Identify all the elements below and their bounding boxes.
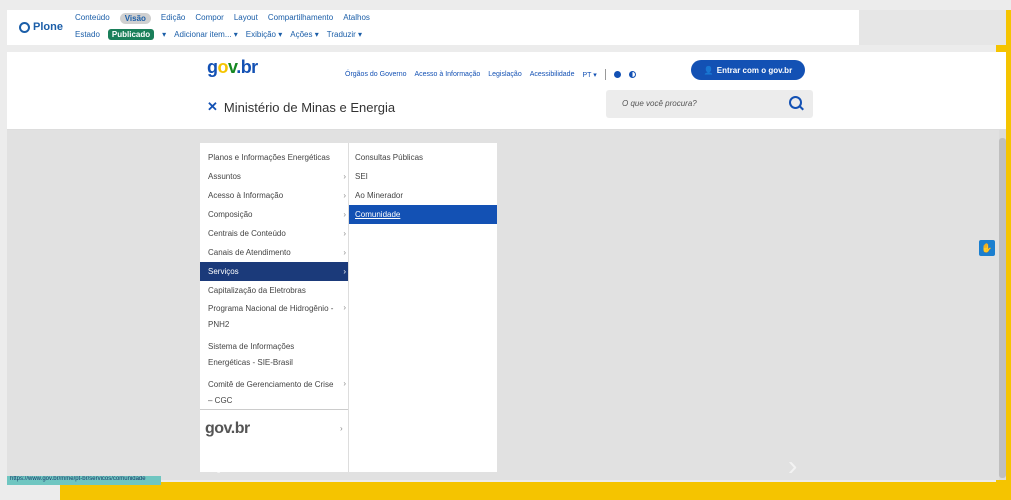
state-badge[interactable]: Publicado [107,29,155,40]
plone-action-compartilhamento[interactable]: Compartilhamento [268,13,333,24]
plone-menu-traduzir[interactable]: Traduzir ▾ [327,30,362,39]
state-label: Estado [75,30,100,39]
menu-item-servicos[interactable]: Serviços › [200,262,352,281]
yellow-decor-bottom [60,482,1011,500]
plone-menu-acoes[interactable]: Ações ▾ [290,30,318,39]
search-placeholder: O que você procura? [622,99,697,108]
chevron-right-icon: › [343,229,346,238]
chevron-right-icon: › [343,210,346,219]
carousel-next-icon[interactable]: › [788,450,797,482]
header-link-orgaos-do-governo[interactable]: Órgãos do Governo [345,71,406,78]
header-link-legislacao[interactable]: Legislação [488,71,521,78]
site-title: ✕ Ministério de Minas e Energia [207,99,395,115]
main-overlay [7,130,999,480]
search-input[interactable]: O que você procura? [606,90,813,118]
vlibras-accessibility-icon[interactable]: ✋ [979,240,995,256]
plone-action-conteudo[interactable]: Conteúdo [75,13,110,24]
language-select[interactable]: PT ▾ [582,71,596,79]
dropdown-icon: ▾ [312,30,319,39]
plone-main-actions: Conteúdo Visão Edição Compor Layout Compartil… [75,13,370,24]
plone-action-layout[interactable]: Layout [234,13,258,24]
plone-action-edicao[interactable]: Edição [161,13,185,24]
submenu-item-ao-minerador[interactable]: Ao Minerador [349,186,497,205]
toolbar-extension [859,10,1006,45]
header-links: Órgãos do Governo Acesso à Informação Legi… [345,69,636,80]
dropdown-icon: ▾ [276,30,283,39]
chevron-right-icon: › [343,267,346,276]
footer-chevron-icon: › [340,424,343,433]
plone-action-compor[interactable]: Compor [195,13,223,24]
chevron-right-icon: › [343,379,346,388]
header-links-list: Órgãos do Governo Acesso à Informação Legi… [345,71,574,78]
plone-action-visao[interactable]: Visão [119,13,151,24]
menu-footer-divider [200,409,348,410]
menu-item-composicao[interactable]: Composição › [200,205,352,224]
contrast-icon[interactable] [628,71,636,78]
status-bar-url: https://www.gov.br/mme/pt-br/servicos/co… [7,476,161,485]
scrollbar-thumb[interactable] [999,138,1006,478]
plone-secondary-actions: Estado Publicado ▾ Adicionar item... ▾ Ex… [75,29,362,40]
menu-secondary: Consultas Públicas SEI Ao Minerador Comunid… [348,143,497,472]
state-dropdown-icon[interactable]: ▾ [162,30,166,39]
login-button[interactable]: 👤 Entrar com o gov.br [691,60,805,80]
govbr-logo[interactable]: gov.br [207,57,258,78]
plone-logo[interactable]: Plone [19,21,63,33]
plone-logo-text: Plone [33,21,63,33]
chevron-right-icon: › [343,303,346,312]
submenu-item-consultas-publicas[interactable]: Consultas Públicas [349,148,497,167]
menu-item-acesso-a-informacao[interactable]: Acesso à Informação › [200,186,352,205]
plone-menu-exibicao[interactable]: Exibição ▾ [246,30,283,39]
dropdown-icon: ▾ [231,30,238,39]
plone-row2-items: Adicionar item... ▾ Exibição ▾ Ações ▾ Trad… [174,30,362,39]
submenu-item-sei[interactable]: SEI [349,167,497,186]
dropdown-icon: ▾ [355,30,363,39]
search-icon[interactable] [789,96,802,109]
submenu-item-comunidade[interactable]: Comunidade [349,205,497,224]
chevron-right-icon: › [343,191,346,200]
plone-toolbar: Plone Conteúdo Visão Edição Compor Layout Com… [7,10,859,45]
gov-header: gov.br Órgãos do Governo Acesso à Informa… [7,52,1006,130]
menu-item-centrais-de-conteudo[interactable]: Centrais de Conteúdo › [200,224,352,243]
chevron-right-icon: › [343,248,346,257]
header-link-acessibilidade[interactable]: Acessibilidade [530,71,575,78]
menu-item-assuntos[interactable]: Assuntos › [200,167,352,186]
plone-menu-adicionar-item[interactable]: Adicionar item... ▾ [174,30,238,39]
plone-logo-icon [19,21,30,33]
plone-action-atalhos[interactable]: Atalhos [343,13,370,24]
cookie-icon[interactable] [613,71,621,78]
header-link-acesso-a-informacao[interactable]: Acesso à Informação [414,71,480,78]
chevron-right-icon: › [343,172,346,181]
menu-item-capitalizacao-da-eletrobras[interactable]: Capitalização da Eletrobras [200,281,352,300]
login-button-label: Entrar com o gov.br [716,65,793,75]
menu-item-programa-nacional-de-hidrogenio-pnh2[interactable]: Programa Nacional de Hidrogênio - PNH2 › [200,300,352,338]
header-divider [604,69,606,80]
menu-footer-logo[interactable]: gov.br [205,420,250,438]
close-menu-icon[interactable]: ✕ [207,99,218,115]
menu-item-planos-e-informacoes-energeticas[interactable]: Planos e Informações Energéticas [200,148,352,167]
menu-item-sistema-de-informacoes-energeticas-sie-brasil[interactable]: Sistema de Informações Energéticas - SIE… [200,338,352,376]
carousel-prev-icon[interactable]: ‹ [212,450,221,482]
menu-item-canais-de-atendimento[interactable]: Canais de Atendimento › [200,243,352,262]
user-icon: 👤 [703,65,714,75]
site-title-text: Ministério de Minas e Energia [223,99,396,115]
